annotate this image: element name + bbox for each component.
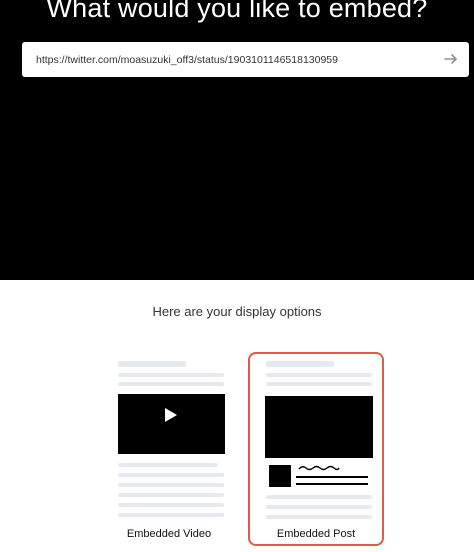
page-title: What would you like to embed? (46, 0, 428, 23)
option-label: Embedded Video (126, 528, 212, 540)
post-text-line (296, 476, 368, 478)
post-text-line (296, 483, 368, 485)
placeholder-line (118, 361, 186, 367)
placeholder-line (118, 373, 224, 377)
placeholder-line (266, 373, 372, 377)
placeholder-line (118, 483, 224, 487)
embed-hero: What would you like to embed? (0, 0, 474, 280)
placeholder-line (266, 361, 334, 367)
url-input[interactable] (36, 42, 436, 77)
avatar (269, 465, 291, 487)
url-bar (22, 42, 469, 77)
option-label: Embedded Post (276, 528, 356, 540)
placeholder-line (266, 382, 372, 386)
placeholder-line (118, 503, 224, 507)
post-media (265, 396, 373, 458)
option-embedded-post[interactable]: Embedded Post (248, 352, 384, 546)
option-embedded-video[interactable]: Embedded Video (102, 352, 236, 546)
arrow-right-icon[interactable] (443, 51, 459, 67)
placeholder-line (118, 473, 224, 477)
squiggle-icon (298, 465, 340, 471)
placeholder-line (266, 515, 372, 519)
placeholder-line (118, 382, 224, 386)
placeholder-line (118, 513, 224, 517)
placeholder-line (266, 495, 372, 499)
placeholder-line (118, 493, 224, 497)
play-icon (165, 408, 177, 422)
placeholder-line (266, 505, 372, 509)
video-thumbnail (118, 394, 225, 454)
placeholder-line (118, 463, 218, 467)
options-heading: Here are your display options (152, 304, 322, 319)
